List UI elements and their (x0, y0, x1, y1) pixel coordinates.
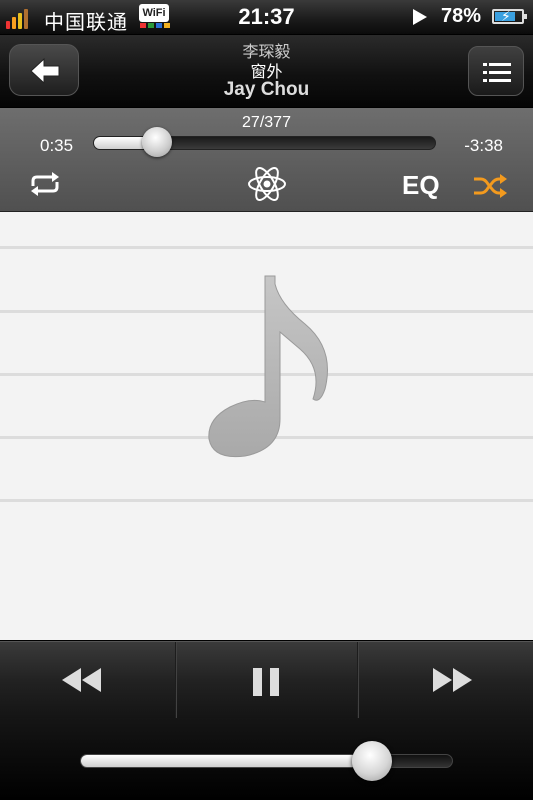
rewind-button[interactable] (0, 642, 175, 719)
remaining-time: -3:38 (464, 136, 503, 155)
track-list-button[interactable] (468, 46, 524, 96)
music-note-icon (208, 275, 328, 458)
atom-icon[interactable] (246, 163, 288, 205)
fast-forward-icon (433, 668, 472, 692)
rewind-icon (62, 668, 101, 692)
battery-icon: ⚡ (492, 8, 527, 24)
shuffle-icon[interactable] (473, 174, 507, 198)
volume-fill (81, 755, 378, 767)
progress-slider-thumb[interactable] (141, 127, 172, 157)
volume-slider[interactable] (80, 754, 453, 768)
album-artwork-placeholder (0, 212, 533, 640)
now-playing-header: 李琛毅 窗外 Jay Chou (0, 35, 533, 108)
volume-slider-thumb[interactable] (352, 741, 393, 781)
fast-forward-button[interactable] (359, 642, 533, 719)
transport-bar (0, 641, 533, 719)
status-bar: 中国联通 WiFi 21:37 78% ⚡ (0, 0, 533, 35)
now-playing-icon (413, 9, 427, 25)
pause-icon (253, 668, 279, 696)
battery-percent: 78% (441, 5, 482, 27)
playback-controls-panel: 27/377 0:35 -3:38 EQ (0, 108, 533, 212)
elapsed-time: 0:35 (40, 136, 74, 155)
pause-button[interactable] (177, 642, 357, 719)
list-icon (483, 63, 511, 82)
track-counter: 27/377 (242, 114, 291, 131)
volume-panel (0, 718, 533, 800)
repeat-icon[interactable] (28, 172, 62, 196)
equalizer-button[interactable]: EQ (402, 170, 440, 201)
artist-name: Jay Chou (223, 79, 310, 100)
